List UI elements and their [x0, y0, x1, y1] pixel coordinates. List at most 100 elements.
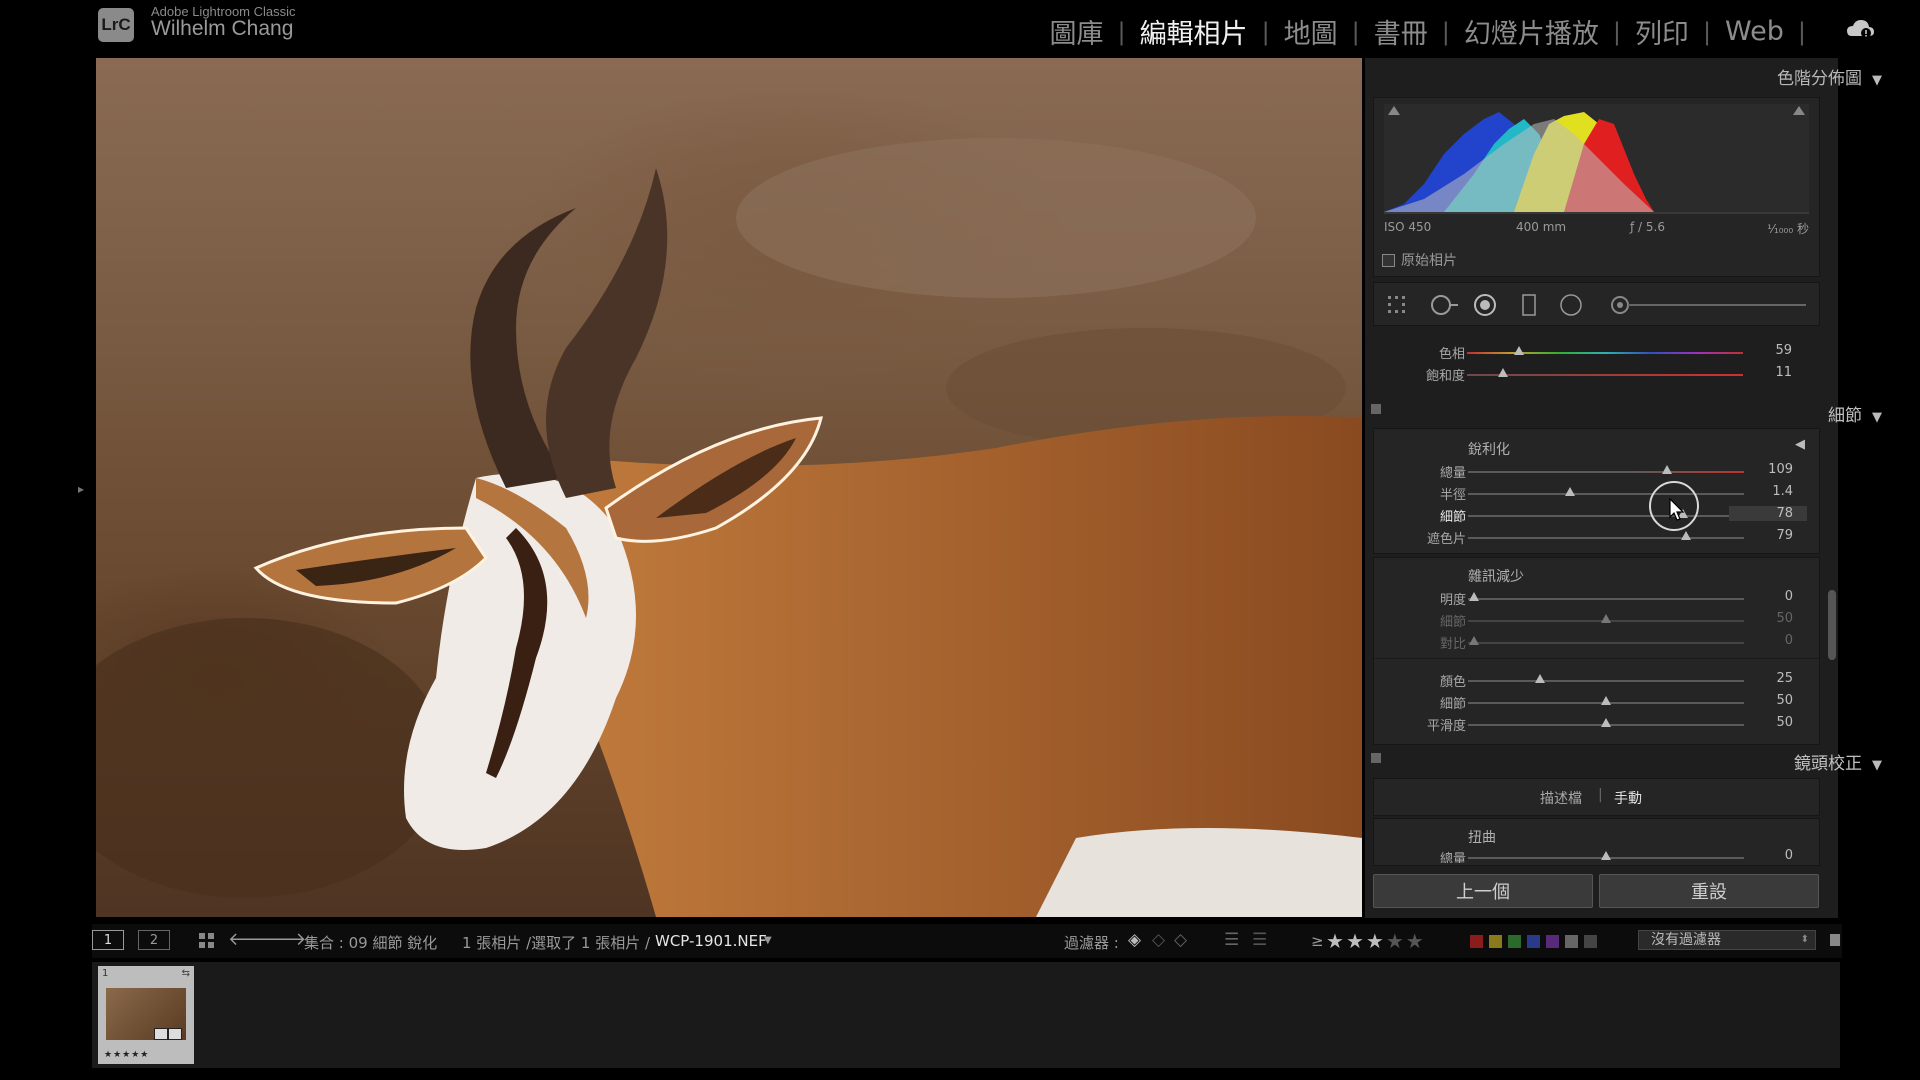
- module-book[interactable]: 書冊: [1364, 12, 1438, 51]
- nr-contrast-thumb[interactable]: [1468, 636, 1479, 645]
- panel-scrollbar[interactable]: [1828, 590, 1836, 660]
- distortion-amount-thumb[interactable]: [1601, 851, 1611, 860]
- color-label-swatch[interactable]: [1470, 935, 1483, 948]
- original-photo-checkbox[interactable]: [1382, 253, 1395, 267]
- graduated-filter-icon[interactable]: [1518, 294, 1540, 316]
- module-map[interactable]: 地圖: [1274, 12, 1348, 51]
- edited-filter-icon[interactable]: ☰: [1224, 930, 1239, 950]
- lens-corrections-header[interactable]: 鏡頭校正 ▼: [1794, 749, 1882, 774]
- sharpen-amount-thumb[interactable]: [1661, 465, 1672, 474]
- nr-luminance-value[interactable]: 0: [1733, 589, 1793, 604]
- lens-panel-switch[interactable]: [1371, 753, 1381, 763]
- nr-smoothness-value[interactable]: 50: [1733, 715, 1793, 730]
- color-label-swatch[interactable]: [1546, 935, 1559, 948]
- original-photo-label: 原始相片: [1401, 253, 1457, 269]
- main-screen-button[interactable]: 1: [92, 930, 124, 950]
- grid-view-icon[interactable]: [198, 932, 216, 950]
- original-photo-toggle[interactable]: 原始相片: [1382, 250, 1457, 270]
- nr-color-track[interactable]: [1468, 680, 1744, 682]
- filename[interactable]: WCP-1901.NEF: [655, 932, 767, 950]
- sharpen-detail-value[interactable]: 78: [1729, 506, 1807, 521]
- highlight-clipping-icon[interactable]: [1793, 106, 1805, 115]
- sharpen-detail-track[interactable]: [1468, 515, 1744, 517]
- reset-button[interactable]: 重設: [1599, 874, 1819, 908]
- shadow-clipping-icon[interactable]: [1388, 106, 1400, 115]
- histogram-header[interactable]: 色階分佈圖 ▼: [1777, 64, 1882, 89]
- detail-header[interactable]: 細節 ▼: [1828, 401, 1882, 426]
- crop-grid-icon[interactable]: [1386, 294, 1408, 316]
- sharpen-radius-value[interactable]: 1.4: [1733, 484, 1793, 499]
- tab-profile[interactable]: 描述檔: [1540, 788, 1582, 808]
- saturation-value[interactable]: 11: [1732, 365, 1792, 380]
- second-screen-button[interactable]: 2: [138, 930, 170, 950]
- spot-removal-icon[interactable]: [1430, 294, 1460, 316]
- color-label-swatch[interactable]: [1584, 935, 1597, 948]
- filmstrip-thumbnail[interactable]: 1 ⇆ ★★★★★: [98, 966, 194, 1064]
- nr-lum-detail-thumb[interactable]: [1601, 614, 1611, 623]
- nr-luminance-thumb[interactable]: [1468, 592, 1479, 601]
- nr-lum-detail-value[interactable]: 50: [1733, 611, 1793, 626]
- red-eye-icon[interactable]: [1474, 294, 1496, 316]
- sharpen-masking-thumb[interactable]: [1681, 531, 1692, 540]
- rating-star-icon[interactable]: ★: [1386, 929, 1406, 953]
- rating-operator[interactable]: ≥: [1311, 932, 1324, 950]
- detail-panel-switch[interactable]: [1371, 404, 1381, 414]
- flag-filter-icon[interactable]: ◈: [1128, 930, 1141, 950]
- hue-value[interactable]: 59: [1732, 343, 1792, 358]
- color-label-swatch[interactable]: [1565, 935, 1578, 948]
- nr-color-detail-value[interactable]: 50: [1733, 693, 1793, 708]
- module-develop[interactable]: 編輯相片: [1130, 12, 1258, 51]
- sharpen-masking-value[interactable]: 79: [1733, 528, 1793, 543]
- select-arrows-icon: ⬍: [1800, 934, 1809, 945]
- sharpen-amount-value[interactable]: 109: [1733, 462, 1793, 477]
- nr-smoothness-thumb[interactable]: [1601, 718, 1611, 727]
- left-panel-toggle-icon[interactable]: ▸: [78, 482, 84, 496]
- collapse-triangle-icon[interactable]: ▼: [1872, 73, 1882, 88]
- rating-star-icon[interactable]: ★: [1406, 929, 1426, 953]
- hue-slider-thumb[interactable]: [1514, 346, 1525, 355]
- distortion-amount-value[interactable]: 0: [1733, 848, 1793, 863]
- sharpen-amount-track[interactable]: [1468, 471, 1744, 473]
- hue-track[interactable]: [1467, 352, 1743, 354]
- saturation-slider-thumb[interactable]: [1497, 368, 1508, 377]
- rating-star-icon[interactable]: ★: [1346, 929, 1366, 953]
- module-slideshow[interactable]: 幻燈片播放: [1454, 12, 1609, 51]
- nr-contrast-value[interactable]: 0: [1733, 633, 1793, 648]
- module-print[interactable]: 列印: [1625, 12, 1699, 51]
- previous-button[interactable]: 上一個: [1373, 874, 1593, 908]
- collapse-triangle-icon[interactable]: ▼: [1872, 410, 1882, 425]
- saturation-track[interactable]: [1467, 374, 1743, 376]
- module-web[interactable]: Web: [1715, 16, 1794, 47]
- sharpen-radius-track[interactable]: [1468, 493, 1744, 495]
- sharpen-radius-thumb[interactable]: [1565, 487, 1576, 496]
- color-label-swatch[interactable]: [1508, 935, 1521, 948]
- module-library[interactable]: 圖庫: [1039, 12, 1113, 51]
- color-label-swatch[interactable]: [1527, 935, 1540, 948]
- sharpen-detail-row: 細節 78: [1374, 505, 1819, 525]
- sharpening-preview-toggle-icon[interactable]: ◀: [1795, 437, 1805, 452]
- nr-contrast-row: 對比 0: [1374, 632, 1819, 652]
- nr-contrast-track[interactable]: [1468, 642, 1744, 644]
- adjustment-brush-slider[interactable]: [1610, 294, 1810, 316]
- forward-arrow-icon[interactable]: 🡒: [258, 929, 306, 950]
- color-label-swatch[interactable]: [1489, 935, 1502, 948]
- unedited-filter-icon[interactable]: ☰: [1252, 930, 1267, 950]
- cloud-sync-icon[interactable]: [1846, 18, 1876, 40]
- nr-color-value[interactable]: 25: [1733, 671, 1793, 686]
- filename-dropdown-icon[interactable]: ▼: [764, 935, 772, 946]
- nr-color-thumb[interactable]: [1534, 674, 1545, 683]
- rating-filter[interactable]: ★★★★★: [1326, 929, 1426, 953]
- unflagged-filter-icon[interactable]: ◇: [1152, 930, 1165, 950]
- tab-manual[interactable]: 手動: [1614, 788, 1642, 808]
- nr-luminance-track[interactable]: [1468, 598, 1744, 600]
- rating-star-icon[interactable]: ★: [1326, 929, 1346, 953]
- filter-lock-icon[interactable]: [1830, 934, 1840, 946]
- collection-source[interactable]: 集合 : 09 細節 銳化: [304, 932, 437, 953]
- radial-filter-icon[interactable]: [1560, 294, 1582, 316]
- nr-color-detail-thumb[interactable]: [1601, 696, 1611, 705]
- rating-star-icon[interactable]: ★: [1366, 929, 1386, 953]
- rejected-filter-icon[interactable]: ◇: [1174, 930, 1187, 950]
- collapse-triangle-icon[interactable]: ▼: [1872, 758, 1882, 773]
- filter-preset-select[interactable]: 沒有過濾器 ⬍: [1638, 930, 1816, 950]
- sharpen-masking-track[interactable]: [1468, 537, 1744, 539]
